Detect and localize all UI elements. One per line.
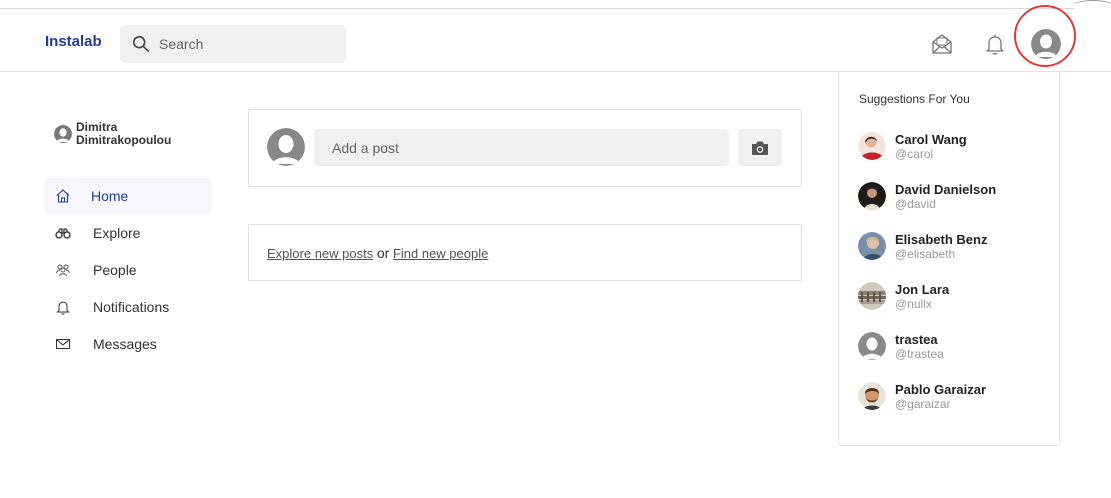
suggestion-name[interactable]: David Danielson — [895, 182, 996, 197]
profile-photo-icon — [858, 282, 886, 310]
binoculars-icon — [55, 228, 71, 239]
suggestion-handle: @garaizar — [895, 397, 951, 411]
current-user-profile[interactable]: Dimitra Dimitrakopoulou — [54, 121, 186, 147]
people-icon — [56, 264, 70, 277]
camera-icon — [752, 141, 768, 155]
suggestion-avatar — [858, 382, 886, 410]
bell-icon[interactable] — [983, 32, 1007, 56]
find-new-people-link[interactable]: Find new people — [393, 246, 488, 261]
suggestion-avatar — [858, 232, 886, 260]
user-name: Dimitra Dimitrakopoulou — [76, 120, 172, 147]
suggestion-handle: @trastea — [895, 347, 944, 361]
sidebar-nav: Home Explore People Notifications Messag… — [45, 178, 211, 363]
sidebar-item-label: Notifications — [93, 299, 170, 315]
suggestion-name[interactable]: Elisabeth Benz — [895, 232, 987, 247]
sidebar-item-label: Messages — [93, 336, 157, 352]
top-navbar: Instalab — [0, 5, 1111, 72]
user-avatar-menu[interactable] — [1031, 29, 1061, 59]
explore-new-posts-link[interactable]: Explore new posts — [267, 246, 373, 261]
search-input[interactable] — [159, 36, 329, 52]
default-avatar-icon — [858, 332, 886, 360]
add-post-input[interactable] — [314, 129, 729, 166]
empty-feed-card: Explore new posts or Find new people — [248, 224, 802, 281]
suggestion-item[interactable]: David Danielson @david — [858, 179, 1048, 229]
search-icon — [132, 35, 150, 53]
suggestion-handle: @elisabeth — [895, 247, 956, 261]
suggestion-name[interactable]: Jon Lara — [895, 282, 949, 297]
suggestions-title: Suggestions For You — [859, 92, 970, 106]
brand-logo[interactable]: Instalab — [45, 33, 102, 50]
default-avatar-icon — [54, 125, 72, 143]
search-box[interactable] — [120, 25, 346, 63]
default-avatar-icon — [267, 128, 305, 166]
suggestion-avatar — [858, 132, 886, 160]
home-icon — [56, 189, 70, 203]
sidebar-item-explore[interactable]: Explore — [45, 215, 211, 251]
suggestion-item[interactable]: Pablo Garaizar @garaizar — [858, 379, 1048, 429]
sidebar-item-label: Home — [91, 188, 129, 204]
suggestions-list: Carol Wang @carol David Danielson @david — [858, 129, 1048, 429]
suggestions-panel: Suggestions For You Carol Wang @carol Da… — [838, 72, 1060, 446]
bell-icon — [56, 301, 70, 315]
suggestion-name[interactable]: trastea — [895, 332, 938, 347]
suggestion-item[interactable]: trastea @trastea — [858, 329, 1048, 379]
envelope-open-icon[interactable] — [930, 32, 954, 56]
suggestion-item[interactable]: Jon Lara @nullx — [858, 279, 1048, 329]
sidebar-item-home[interactable]: Home — [45, 178, 211, 214]
default-avatar-icon — [1031, 29, 1061, 59]
suggestion-handle: @nullx — [895, 297, 932, 311]
composer-avatar — [267, 128, 305, 166]
sidebar-item-messages[interactable]: Messages — [45, 326, 211, 362]
profile-photo-icon — [858, 382, 886, 410]
suggestion-item[interactable]: Carol Wang @carol — [858, 129, 1048, 179]
sidebar-item-people[interactable]: People — [45, 252, 211, 288]
suggestion-handle: @carol — [895, 147, 934, 161]
suggestion-avatar — [858, 332, 886, 360]
empty-feed-message: Explore new posts or Find new people — [267, 245, 488, 261]
profile-photo-icon — [858, 182, 886, 210]
profile-photo-icon — [858, 232, 886, 260]
or-text: or — [376, 245, 390, 261]
suggestion-avatar — [858, 282, 886, 310]
suggestion-name[interactable]: Pablo Garaizar — [895, 382, 986, 397]
profile-photo-icon — [858, 132, 886, 160]
sidebar-item-label: People — [93, 262, 137, 278]
envelope-icon — [56, 339, 70, 349]
suggestion-handle: @david — [895, 197, 936, 211]
window-top-edge — [0, 8, 1075, 9]
window-corner-curve — [1073, 0, 1111, 12]
upload-photo-button[interactable] — [738, 129, 782, 166]
suggestion-avatar — [858, 182, 886, 210]
sidebar-item-label: Explore — [93, 225, 141, 241]
sidebar-item-notifications[interactable]: Notifications — [45, 289, 211, 325]
post-composer — [248, 109, 802, 187]
suggestion-item[interactable]: Elisabeth Benz @elisabeth — [858, 229, 1048, 279]
user-avatar — [54, 125, 72, 143]
suggestion-name[interactable]: Carol Wang — [895, 132, 967, 147]
